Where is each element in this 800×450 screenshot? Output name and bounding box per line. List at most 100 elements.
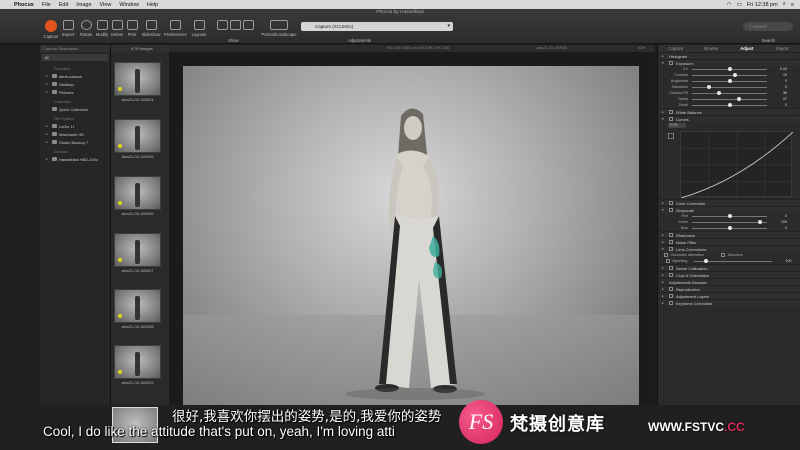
curve-area — [658, 129, 800, 199]
slider-knob[interactable] — [728, 103, 732, 107]
distortion-checkbox[interactable] — [721, 253, 725, 257]
slider-track[interactable] — [692, 226, 767, 230]
slider-knob[interactable] — [716, 91, 721, 95]
thumbnail[interactable]: Ana21-02-160029 — [114, 345, 161, 385]
slider-knob[interactable] — [728, 226, 732, 230]
tab-export[interactable]: Export — [765, 45, 800, 52]
image-viewer[interactable] — [169, 52, 655, 405]
collection-icon — [52, 107, 57, 111]
menu-image[interactable]: Image — [76, 2, 91, 8]
window-title: Phocus by Hasselblad — [376, 10, 424, 15]
adjustments-label: Adjustments — [348, 38, 372, 43]
menu-edit[interactable]: Edit — [59, 2, 68, 8]
favorite-item[interactable]: ▸ Desktop — [40, 80, 110, 88]
session-selector[interactable]: Capture (XCUKEn) ▾ — [301, 22, 453, 31]
slider-track[interactable] — [692, 91, 767, 95]
slider-label: Saturation — [671, 85, 688, 89]
tool-adjustments-browser[interactable]: ▸ Adjustments Browser — [658, 278, 800, 285]
tool-lens-corrections[interactable]: ▾ Lens Corrections — [658, 245, 800, 252]
grid-view-icon[interactable] — [216, 20, 228, 30]
tool-adjustment-layers[interactable]: ▸ Adjustment Layers — [658, 292, 800, 299]
slider-track[interactable] — [692, 103, 767, 107]
slider-knob[interactable] — [758, 220, 762, 224]
tool-scene-calibration[interactable]: ▸ Scene Calibration — [658, 264, 800, 271]
tool-sharpness[interactable]: ▸ Sharpness — [658, 231, 800, 238]
tab-adjust[interactable]: Adjust — [729, 45, 765, 52]
zoom-level[interactable]: 10% — [637, 46, 645, 50]
favorite-item[interactable]: ▸ alexlucasson — [40, 72, 110, 80]
spotlight-icon[interactable]: ⌕ — [783, 1, 786, 8]
folder-icon — [52, 74, 57, 78]
slider-knob[interactable] — [728, 67, 732, 71]
quick-collection-item[interactable]: Quick Collection — [40, 105, 110, 113]
slider-knob[interactable] — [707, 85, 711, 89]
curve-graph[interactable] — [680, 131, 794, 199]
library-selected[interactable]: Al — [42, 54, 108, 61]
tool-crop[interactable]: ▸ Crop & Orientation — [658, 271, 800, 278]
color-tag-icon — [118, 314, 122, 318]
menu-view[interactable]: View — [100, 2, 112, 8]
orientation-icon — [270, 20, 288, 30]
slider-value: 10 — [783, 73, 787, 77]
slider-knob[interactable] — [728, 79, 732, 83]
show-controls[interactable] — [211, 20, 259, 32]
slider-track[interactable] — [692, 67, 767, 71]
preferences-button[interactable]: Preferences — [164, 20, 187, 37]
tool-keystone[interactable]: ▸ Keystone Correction — [658, 299, 800, 306]
menu-help[interactable]: Help — [147, 2, 158, 8]
thumbnail[interactable]: Ana21-02-160024 — [114, 62, 161, 102]
curve-channel-select[interactable]: RGB — [668, 123, 686, 128]
drive-item[interactable]: ▸ LaCie 1t — [40, 122, 110, 130]
slideshow-button[interactable]: Slideshow — [140, 20, 162, 37]
menu-app[interactable]: Phocus — [14, 2, 34, 8]
slider-track[interactable] — [692, 214, 767, 218]
main-photo — [183, 66, 639, 405]
battery-icon[interactable]: ▭ — [737, 2, 742, 8]
slider-knob[interactable] — [737, 97, 741, 101]
thumbnail[interactable]: Ana21-02-160028 — [114, 289, 161, 329]
drive-item[interactable]: ▸ Macintosh HD — [40, 130, 110, 138]
slider-track[interactable] — [692, 220, 767, 224]
portrait-landscape-button[interactable]: Portrait/Landscape — [261, 20, 297, 37]
tool-noise-filter[interactable]: ▸ Noise Filter — [658, 238, 800, 245]
watermark-brand: 梵摄创意库 — [510, 414, 605, 435]
menubar-clock[interactable]: Fri 12:38 pm — [747, 2, 778, 8]
preferences-icon — [169, 20, 181, 30]
tool-exposure[interactable]: ▾ Exposure ⋯ — [658, 59, 800, 66]
tool-grayscale[interactable]: ▾ Grayscale ⋯ — [658, 206, 800, 213]
tool-histogram[interactable]: ▸ Histogram — [658, 52, 800, 59]
thumbnail[interactable]: Ana21-02-160025 — [114, 119, 161, 159]
menu-file[interactable]: File — [42, 2, 51, 8]
device-item[interactable]: ▸ Hasselblad H6D-100c — [40, 155, 110, 163]
menu-window[interactable]: Window — [119, 2, 139, 8]
notification-icon[interactable]: ≡ — [791, 2, 794, 8]
tool-reproduction[interactable]: ▸ Reproduction — [658, 285, 800, 292]
slider-knob[interactable] — [732, 73, 737, 77]
slider-track[interactable] — [692, 79, 767, 83]
collection-heading: Collection — [54, 100, 71, 104]
favorite-item[interactable]: ▸ Pictures — [40, 88, 110, 96]
thumbnail[interactable]: Ana21-02-160027 — [114, 233, 161, 273]
tool-curves[interactable]: ▾ Curves ⋯ — [658, 115, 800, 122]
layouts-button[interactable]: Layouts — [188, 20, 210, 37]
thumbnail[interactable]: Ana21-02-160026 — [114, 176, 161, 216]
eyedropper-icon[interactable] — [668, 133, 674, 139]
slider-track[interactable] — [692, 97, 767, 101]
tab-browse[interactable]: Browse — [694, 45, 730, 52]
drive-item[interactable]: ▸ Studio Backup 7 — [40, 138, 110, 146]
tool-color-correction[interactable]: ▸ Color Correction — [658, 199, 800, 206]
tool-white-balance[interactable]: ▸ White Balance — [658, 108, 800, 115]
slider-track[interactable] — [692, 73, 767, 77]
exposure-sliders: EV 0.00 Contrast 10 Brightness 0 Saturation 0 Sh… — [658, 66, 800, 108]
tab-capture[interactable]: Capture — [658, 45, 694, 52]
capture-icon — [45, 20, 57, 32]
slider-track[interactable] — [692, 85, 767, 89]
search-input[interactable]: ⌕ Search — [743, 22, 793, 31]
slider-knob[interactable] — [728, 214, 732, 218]
chromatic-aberration-checkbox[interactable] — [664, 253, 668, 257]
tool-enable-checkbox[interactable] — [669, 61, 673, 65]
single-view-icon[interactable] — [229, 20, 241, 30]
compare-view-icon[interactable] — [242, 20, 254, 30]
wifi-icon[interactable]: ◠ — [727, 2, 732, 8]
slider-value: 100 — [781, 220, 787, 224]
